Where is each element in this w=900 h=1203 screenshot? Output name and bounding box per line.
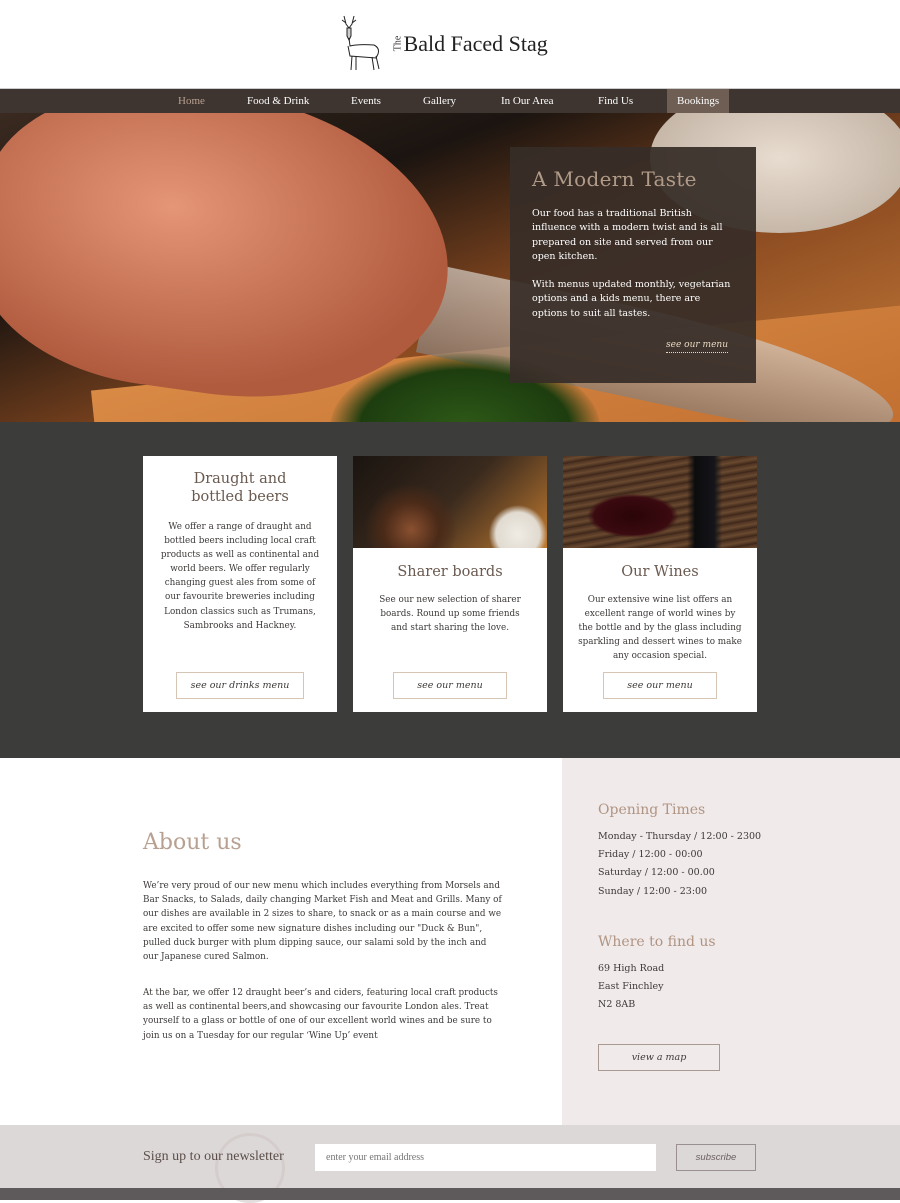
subscribe-button[interactable]: subscribe	[676, 1144, 756, 1171]
about-text-1: We’re very proud of our new menu which i…	[143, 881, 502, 963]
about-text-2: At the bar, we offer 12 draught beer’s a…	[143, 988, 498, 1041]
sharer-menu-button[interactable]: see our menu	[393, 672, 507, 699]
logo[interactable]: The Bald Faced Stag	[334, 14, 548, 72]
header: The Bald Faced Stag	[0, 0, 900, 88]
nav-food-drink[interactable]: Food & Drink	[237, 89, 319, 113]
card-wines: Our Wines Our extensive wine list offers…	[563, 456, 757, 712]
opening-line: Monday - Thursday / 12:00 - 2300	[598, 831, 762, 842]
nav-gallery[interactable]: Gallery	[413, 89, 466, 113]
wine-menu-button[interactable]: see our menu	[603, 672, 717, 699]
logo-text: Bald Faced Stag	[403, 31, 548, 56]
nav-bookings[interactable]: Bookings	[667, 89, 730, 113]
card-text: See our new selection of sharer boards. …	[379, 595, 521, 634]
opening-times-title: Opening Times	[598, 802, 706, 818]
see-menu-link[interactable]: see our menu	[666, 340, 728, 353]
card-title: Sharer boards	[397, 564, 503, 580]
features: Draught and bottled beers We offer a ran…	[0, 422, 900, 759]
address-line: 69 High Road	[598, 963, 665, 974]
opening-line: Friday / 12:00 - 00:00	[598, 849, 703, 861]
card-text: We offer a range of draught and bottled …	[160, 522, 320, 631]
card-text: Our extensive wine list offers an excell…	[578, 595, 742, 662]
about-section: About us We’re very proud of our new men…	[0, 758, 562, 1125]
card-title: Our Wines	[621, 564, 699, 580]
card-beers: Draught and bottled beers We offer a ran…	[143, 456, 337, 712]
card-sharer: Sharer boards See our new selection of s…	[353, 456, 547, 712]
footer	[0, 1188, 900, 1200]
wine-image	[563, 456, 757, 548]
nav-find-us[interactable]: Find Us	[588, 89, 643, 113]
hero-title: A Modern Taste	[532, 167, 697, 191]
newsletter: Sign up to our newsletter subscribe	[0, 1125, 900, 1203]
email-input[interactable]	[315, 1144, 656, 1171]
opening-line: Sunday / 12:00 - 23:00	[598, 885, 708, 897]
hero-text-2: With menus updated monthly, vegetarian o…	[532, 279, 731, 319]
address-line: N2 8AB	[598, 999, 636, 1011]
main-nav: Home Food & Drink Events Gallery In Our …	[0, 88, 900, 113]
about-title: About us	[143, 830, 242, 855]
nav-in-our-area[interactable]: In Our Area	[491, 89, 564, 113]
nav-home[interactable]: Home	[168, 89, 215, 113]
address: 69 High Road East Finchley N2 8AB	[598, 960, 664, 1015]
location-title: Where to find us	[598, 934, 716, 950]
hero-text-1: Our food has a traditional British influ…	[532, 208, 723, 262]
newsletter-label: Sign up to our newsletter	[143, 1149, 284, 1164]
stag-icon	[341, 15, 380, 71]
opening-line: Saturday / 12:00 - 00.00	[598, 867, 715, 879]
view-map-button[interactable]: view a map	[598, 1044, 720, 1071]
sharer-board-image	[353, 456, 547, 548]
nav-events[interactable]: Events	[341, 89, 391, 113]
opening-times-list: Monday - Thursday / 12:00 - 2300 Friday …	[598, 828, 761, 901]
hero: A Modern Taste Our food has a traditiona…	[0, 113, 900, 422]
drinks-menu-button[interactable]: see our drinks menu	[176, 672, 304, 699]
address-line: East Finchley	[598, 981, 664, 993]
info-sidebar: Opening Times Monday - Thursday / 12:00 …	[562, 758, 900, 1125]
card-title: Draught and bottled beers	[191, 471, 289, 505]
hero-panel: A Modern Taste Our food has a traditiona…	[510, 147, 756, 383]
logo-the: The	[392, 35, 404, 51]
